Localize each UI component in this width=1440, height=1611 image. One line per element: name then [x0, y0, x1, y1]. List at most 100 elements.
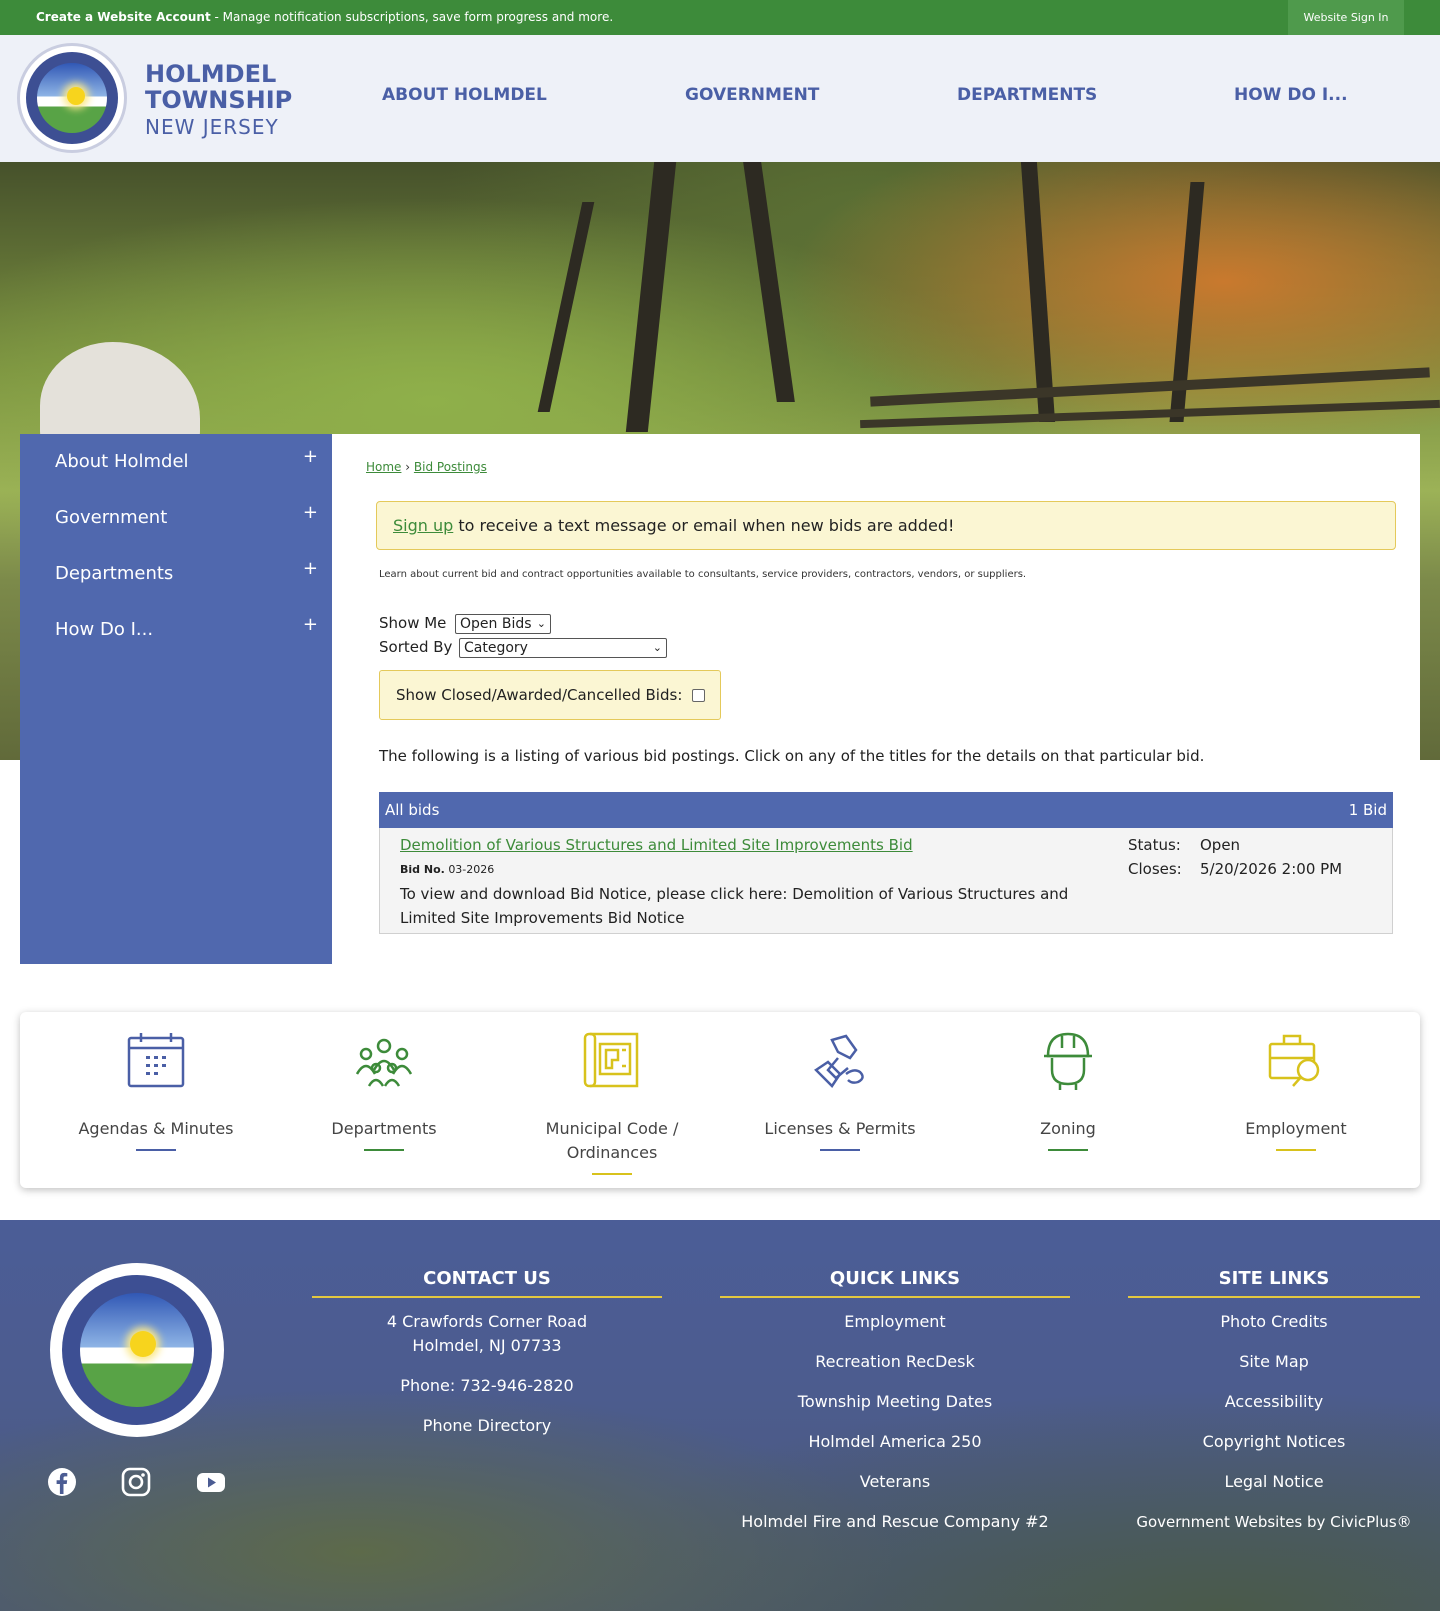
tile-licenses-permits[interactable]: Licenses & Permits [726, 1012, 954, 1188]
intro-text: Learn about current bid and contract opp… [379, 569, 1027, 580]
show-me-selected-value: Open Bids [460, 616, 532, 632]
footer-quick-link[interactable]: Holmdel Fire and Rescue Company #2 [720, 1510, 1070, 1534]
tile-departments[interactable]: Departments [270, 1012, 498, 1188]
chevron-down-icon: ⌄ [652, 641, 662, 654]
brand-line-1: HOLMDEL [145, 60, 277, 88]
nav-government[interactable]: GOVERNMENT [685, 85, 819, 105]
footer-site-link[interactable]: Site Map [1128, 1350, 1420, 1374]
sidebar-item-label: How Do I... [55, 619, 154, 640]
tile-underline [1276, 1149, 1316, 1151]
breadcrumb: Home › Bid Postings [366, 460, 487, 474]
tile-label: Zoning [1040, 1119, 1096, 1138]
footer-quick-links: QUICK LINKS Employment Recreation RecDes… [720, 1268, 1070, 1534]
sidebar-item-government[interactable]: Government + [20, 490, 332, 546]
tile-municipal-code[interactable]: Municipal Code / Ordinances [498, 1012, 726, 1188]
youtube-icon[interactable] [196, 1467, 226, 1497]
bid-row: Demolition of Various Structures and Lim… [379, 828, 1393, 934]
listing-description: The following is a listing of various bi… [379, 747, 1205, 765]
brand-line-2: TOWNSHIP [145, 86, 293, 114]
footer-site-link[interactable]: Accessibility [1128, 1390, 1420, 1414]
show-closed-bids-label: Show Closed/Awarded/Cancelled Bids: [396, 686, 683, 704]
nav-departments[interactable]: DEPARTMENTS [957, 85, 1097, 105]
signup-link[interactable]: Sign up [393, 516, 453, 535]
chevron-down-icon: ⌄ [536, 617, 546, 630]
quick-link-tiles: Agendas & Minutes Departments Municipal … [20, 1012, 1420, 1188]
footer-quick-link[interactable]: Township Meeting Dates [720, 1390, 1070, 1414]
hardhat-icon [1044, 1032, 1092, 1090]
tile-underline [136, 1149, 176, 1151]
footer-quick-link[interactable]: Holmdel America 250 [720, 1430, 1070, 1454]
brand-line-3: NEW JERSEY [145, 115, 279, 139]
briefcase-search-icon [1268, 1034, 1320, 1087]
sidebar-item-about-holmdel[interactable]: About Holmdel + [20, 434, 332, 490]
expand-plus-icon[interactable]: + [303, 614, 318, 635]
create-account-message[interactable]: Create a Website Account - Manage notifi… [36, 10, 613, 24]
signup-alert: Sign up to receive a text message or ema… [376, 501, 1396, 550]
sidebar-item-label: Departments [55, 563, 174, 584]
tile-label: Municipal Code / Ordinances [545, 1119, 679, 1162]
tile-label: Agendas & Minutes [78, 1119, 234, 1138]
footer-phone-directory-link[interactable]: Phone Directory [312, 1414, 662, 1438]
footer-address-line-2: Holmdel, NJ 07733 [412, 1336, 562, 1355]
tile-label: Employment [1245, 1119, 1347, 1138]
show-closed-bids-box: Show Closed/Awarded/Cancelled Bids: [379, 670, 721, 720]
instagram-icon[interactable] [121, 1467, 151, 1497]
expand-plus-icon[interactable]: + [303, 558, 318, 579]
create-account-desc: - Manage notification subscriptions, sav… [210, 10, 614, 24]
bids-count: 1 Bid [1348, 801, 1387, 819]
breadcrumb-current-link[interactable]: Bid Postings [414, 460, 487, 474]
sorted-by-selected-value: Category [464, 640, 528, 656]
footer-quick-link[interactable]: Employment [720, 1310, 1070, 1334]
bid-number: Bid No. 03-2026 [400, 863, 494, 876]
bid-description: To view and download Bid Notice, please … [400, 885, 1069, 927]
expand-plus-icon[interactable]: + [303, 502, 318, 523]
footer-phone: Phone: 732-946-2820 [400, 1376, 574, 1395]
sorted-by-select[interactable]: Category ⌄ [459, 638, 667, 658]
sorted-by-label: Sorted By [379, 638, 453, 656]
show-closed-bids-checkbox[interactable] [692, 689, 705, 702]
nav-how-do-i[interactable]: HOW DO I... [1234, 85, 1348, 105]
bid-status-label: Status: [1128, 836, 1181, 854]
show-me-label: Show Me [379, 614, 447, 632]
facebook-icon[interactable] [47, 1467, 77, 1497]
sidebar-item-label: Government [55, 507, 168, 528]
footer-site-links: SITE LINKS Photo Credits Site Map Access… [1128, 1268, 1420, 1534]
tile-agendas-minutes[interactable]: Agendas & Minutes [42, 1012, 270, 1188]
site-brand[interactable]: HOLMDEL TOWNSHIP NEW JERSEY [145, 61, 292, 141]
sidebar-item-departments[interactable]: Departments + [20, 546, 332, 602]
top-bar: Create a Website Account - Manage notifi… [0, 0, 1440, 35]
stamp-icon [814, 1034, 864, 1088]
footer-site-link[interactable]: Legal Notice [1128, 1470, 1420, 1494]
tile-underline [820, 1149, 860, 1151]
breadcrumb-home-link[interactable]: Home [366, 460, 401, 474]
footer-quick-links-heading: QUICK LINKS [720, 1268, 1070, 1298]
sidebar-item-how-do-i[interactable]: How Do I... + [20, 602, 332, 658]
website-sign-in-button[interactable]: Website Sign In [1288, 0, 1404, 35]
footer-quick-link[interactable]: Recreation RecDesk [720, 1350, 1070, 1374]
footer-site-link[interactable]: Photo Credits [1128, 1310, 1420, 1334]
tile-label: Departments [331, 1119, 437, 1138]
tile-label: Licenses & Permits [764, 1119, 916, 1138]
footer-seal-logo[interactable] [50, 1263, 224, 1437]
footer-contact-us: CONTACT US 4 Crawfords Corner Road Holmd… [312, 1268, 662, 1438]
bid-closes-value: 5/20/2026 2:00 PM [1200, 860, 1343, 878]
site-footer: CONTACT US 4 Crawfords Corner Road Holmd… [0, 1220, 1440, 1611]
bids-group-header: All bids 1 Bid [379, 792, 1393, 828]
create-account-link[interactable]: Create a Website Account [36, 10, 211, 24]
tile-employment[interactable]: Employment [1182, 1012, 1410, 1188]
bid-title-link[interactable]: Demolition of Various Structures and Lim… [400, 836, 913, 854]
show-me-select[interactable]: Open Bids ⌄ [455, 614, 551, 634]
footer-quick-link[interactable]: Veterans [720, 1470, 1070, 1494]
footer-site-link[interactable]: Government Websites by CivicPlus® [1128, 1510, 1420, 1534]
township-seal-logo[interactable] [17, 43, 127, 153]
tile-zoning[interactable]: Zoning [954, 1012, 1182, 1188]
bids-group-title: All bids [385, 801, 440, 819]
footer-site-link[interactable]: Copyright Notices [1128, 1430, 1420, 1454]
footer-contact-heading: CONTACT US [312, 1268, 662, 1298]
blueprint-icon [583, 1032, 639, 1088]
bid-number-value: 03-2026 [448, 863, 495, 876]
tile-underline [1048, 1149, 1088, 1151]
sidebar-nav: About Holmdel + Government + Departments… [20, 434, 332, 964]
expand-plus-icon[interactable]: + [303, 446, 318, 467]
nav-about-holmdel[interactable]: ABOUT HOLMDEL [382, 85, 547, 105]
